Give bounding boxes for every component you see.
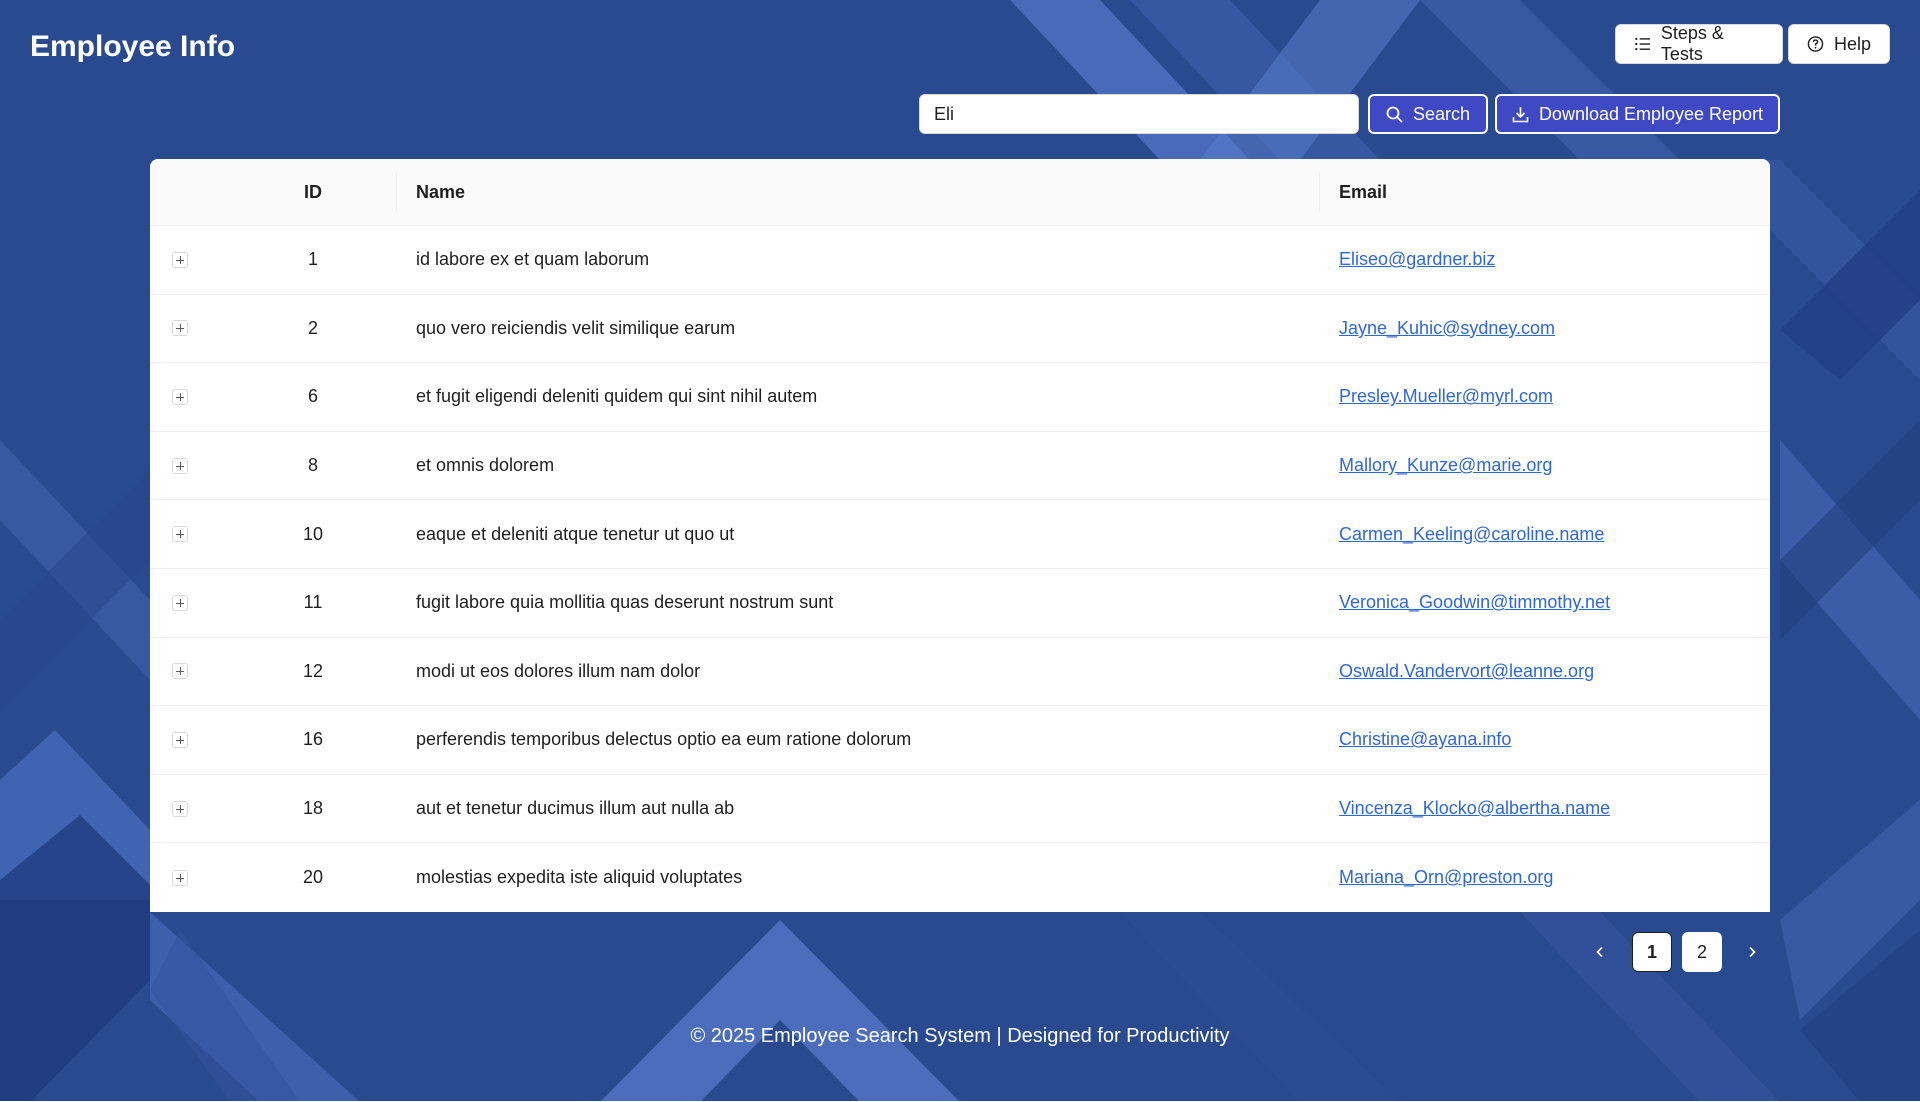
- chevron-right-icon: [1749, 946, 1756, 958]
- table-row: 20 molestias expedita iste aliquid volupt…: [150, 843, 1770, 912]
- expand-row-icon[interactable]: [172, 869, 188, 886]
- search-input[interactable]: [919, 94, 1359, 134]
- help-label: Help: [1833, 33, 1871, 54]
- cell-id: 16: [302, 729, 324, 750]
- previous-page-button[interactable]: [1580, 932, 1620, 972]
- table-row: 18 aut et tenetur ducimus illum aut nulla…: [150, 775, 1770, 844]
- cell-email: Mallory_Kunze@marie.org: [1319, 455, 1770, 476]
- cell-id: 2: [307, 317, 318, 338]
- cell-id: 10: [302, 523, 324, 544]
- list-icon: [1635, 37, 1650, 51]
- cell-name: modi ut eos dolores illum nam dolor: [416, 660, 701, 681]
- table-row: 11 fugit labore quia mollitia quas deseru…: [150, 569, 1770, 638]
- cell-email: Vincenza_Klocko@albertha.name: [1319, 798, 1770, 819]
- expand-row-icon[interactable]: [172, 594, 188, 611]
- cell-name: et omnis dolorem: [416, 455, 555, 476]
- cell-name: molestias expedita iste aliquid voluptat…: [416, 867, 743, 888]
- cell-email: Mariana_Orn@preston.org: [1319, 867, 1770, 888]
- steps-tests-label: Steps & Tests: [1660, 23, 1724, 64]
- cell-id: 1: [307, 249, 318, 270]
- download-report-label: Download Employee Report: [1538, 103, 1764, 124]
- search-button-label: Search: [1412, 103, 1471, 124]
- page-2-button[interactable]: 2: [1682, 932, 1722, 972]
- download-report-button[interactable]: Download Employee Report: [1495, 94, 1780, 134]
- expand-row-icon[interactable]: [172, 663, 188, 680]
- email-link[interactable]: Jayne_Kuhic@sydney.com: [1339, 318, 1555, 338]
- cell-name: perferendis temporibus delectus optio ea…: [416, 729, 912, 750]
- pagination: 1 2: [1580, 932, 1772, 972]
- expand-cell: [150, 320, 230, 337]
- expand-cell: [150, 251, 230, 268]
- help-button[interactable]: Help: [1788, 24, 1890, 64]
- expand-cell: [150, 457, 230, 474]
- question-circle-icon: [1807, 36, 1824, 52]
- expand-cell: [150, 800, 230, 817]
- cell-email: Carmen_Keeling@caroline.name: [1319, 524, 1770, 545]
- expand-row-icon[interactable]: [172, 251, 188, 268]
- search-button[interactable]: Search: [1368, 94, 1488, 134]
- employee-table: ID Name Email 1 id labore ex et quam labo…: [150, 159, 1770, 912]
- footer-text: © 2025 Employee Search System | Designed…: [690, 1025, 1230, 1047]
- cell-email: Presley.Mueller@myrl.com: [1319, 386, 1770, 407]
- column-header-name: Name: [396, 171, 1319, 212]
- expand-row-icon[interactable]: [172, 526, 188, 543]
- cell-name: fugit labore quia mollitia quas deserunt…: [416, 592, 834, 613]
- expand-row-icon[interactable]: [172, 457, 188, 474]
- email-link[interactable]: Eliseo@gardner.biz: [1339, 249, 1495, 269]
- cell-email: Christine@ayana.info: [1319, 729, 1770, 750]
- email-link[interactable]: Mallory_Kunze@marie.org: [1339, 455, 1552, 475]
- page-1-button[interactable]: 1: [1632, 932, 1672, 972]
- expand-row-icon[interactable]: [172, 320, 188, 337]
- next-page-button[interactable]: [1732, 932, 1772, 972]
- cell-email: Eliseo@gardner.biz: [1319, 249, 1770, 270]
- email-link[interactable]: Vincenza_Klocko@albertha.name: [1339, 798, 1610, 818]
- cell-id: 18: [302, 798, 324, 819]
- cell-id: 6: [307, 386, 318, 407]
- column-header-id: ID: [304, 181, 322, 202]
- cell-name: aut et tenetur ducimus illum aut nulla a…: [416, 798, 735, 819]
- email-link[interactable]: Christine@ayana.info: [1339, 729, 1511, 749]
- cell-id: 20: [302, 867, 324, 888]
- table-row: 10 eaque et deleniti atque tenetur ut quo…: [150, 500, 1770, 569]
- column-header-email: Email: [1319, 171, 1770, 212]
- cell-name: et fugit eligendi deleniti quidem qui si…: [416, 386, 818, 407]
- expand-cell: [150, 731, 230, 748]
- email-link[interactable]: Oswald.Vandervort@leanne.org: [1339, 661, 1594, 681]
- cell-name: quo vero reiciendis velit similique earu…: [416, 317, 736, 338]
- table-row: 1 id labore ex et quam laborum Eliseo@gard…: [150, 226, 1770, 295]
- cell-id: 12: [302, 660, 324, 681]
- email-link[interactable]: Presley.Mueller@myrl.com: [1339, 386, 1553, 406]
- table-row: 12 modi ut eos dolores illum nam dolor Osw…: [150, 638, 1770, 707]
- table-row: 8 et omnis dolorem Mallory_Kunze@marie.org: [150, 432, 1770, 501]
- expand-row-icon[interactable]: [172, 800, 188, 817]
- table-row: 16 perferendis temporibus delectus optio …: [150, 706, 1770, 775]
- expand-cell: [150, 869, 230, 886]
- expand-row-icon[interactable]: [172, 388, 188, 405]
- cell-name: id labore ex et quam laborum: [416, 249, 650, 270]
- cell-id: 11: [303, 592, 323, 613]
- expand-cell: [150, 526, 230, 543]
- cell-email: Veronica_Goodwin@timmothy.net: [1319, 592, 1770, 613]
- steps-tests-button[interactable]: Steps & Tests: [1615, 23, 1783, 64]
- cell-email: Jayne_Kuhic@sydney.com: [1319, 318, 1770, 339]
- table-header: ID Name Email: [150, 159, 1770, 226]
- expand-cell: [150, 663, 230, 680]
- expand-row-icon[interactable]: [172, 731, 188, 748]
- email-link[interactable]: Carmen_Keeling@caroline.name: [1339, 524, 1604, 544]
- cell-email: Oswald.Vandervort@leanne.org: [1319, 661, 1770, 682]
- email-link[interactable]: Veronica_Goodwin@timmothy.net: [1339, 592, 1610, 612]
- expand-cell: [150, 388, 230, 405]
- page-title: Employee Info: [30, 30, 236, 63]
- cell-name: eaque et deleniti atque tenetur ut quo u…: [416, 523, 735, 544]
- table-body: 1 id labore ex et quam laborum Eliseo@gard…: [150, 226, 1770, 912]
- download-icon: [1512, 106, 1529, 122]
- table-row: 6 et fugit eligendi deleniti quidem qui s…: [150, 363, 1770, 432]
- chevron-left-icon: [1596, 946, 1603, 958]
- email-link[interactable]: Mariana_Orn@preston.org: [1339, 867, 1553, 887]
- expand-cell: [150, 594, 230, 611]
- cell-id: 8: [307, 455, 318, 476]
- search-icon: [1386, 106, 1403, 123]
- table-row: 2 quo vero reiciendis velit similique ear…: [150, 295, 1770, 364]
